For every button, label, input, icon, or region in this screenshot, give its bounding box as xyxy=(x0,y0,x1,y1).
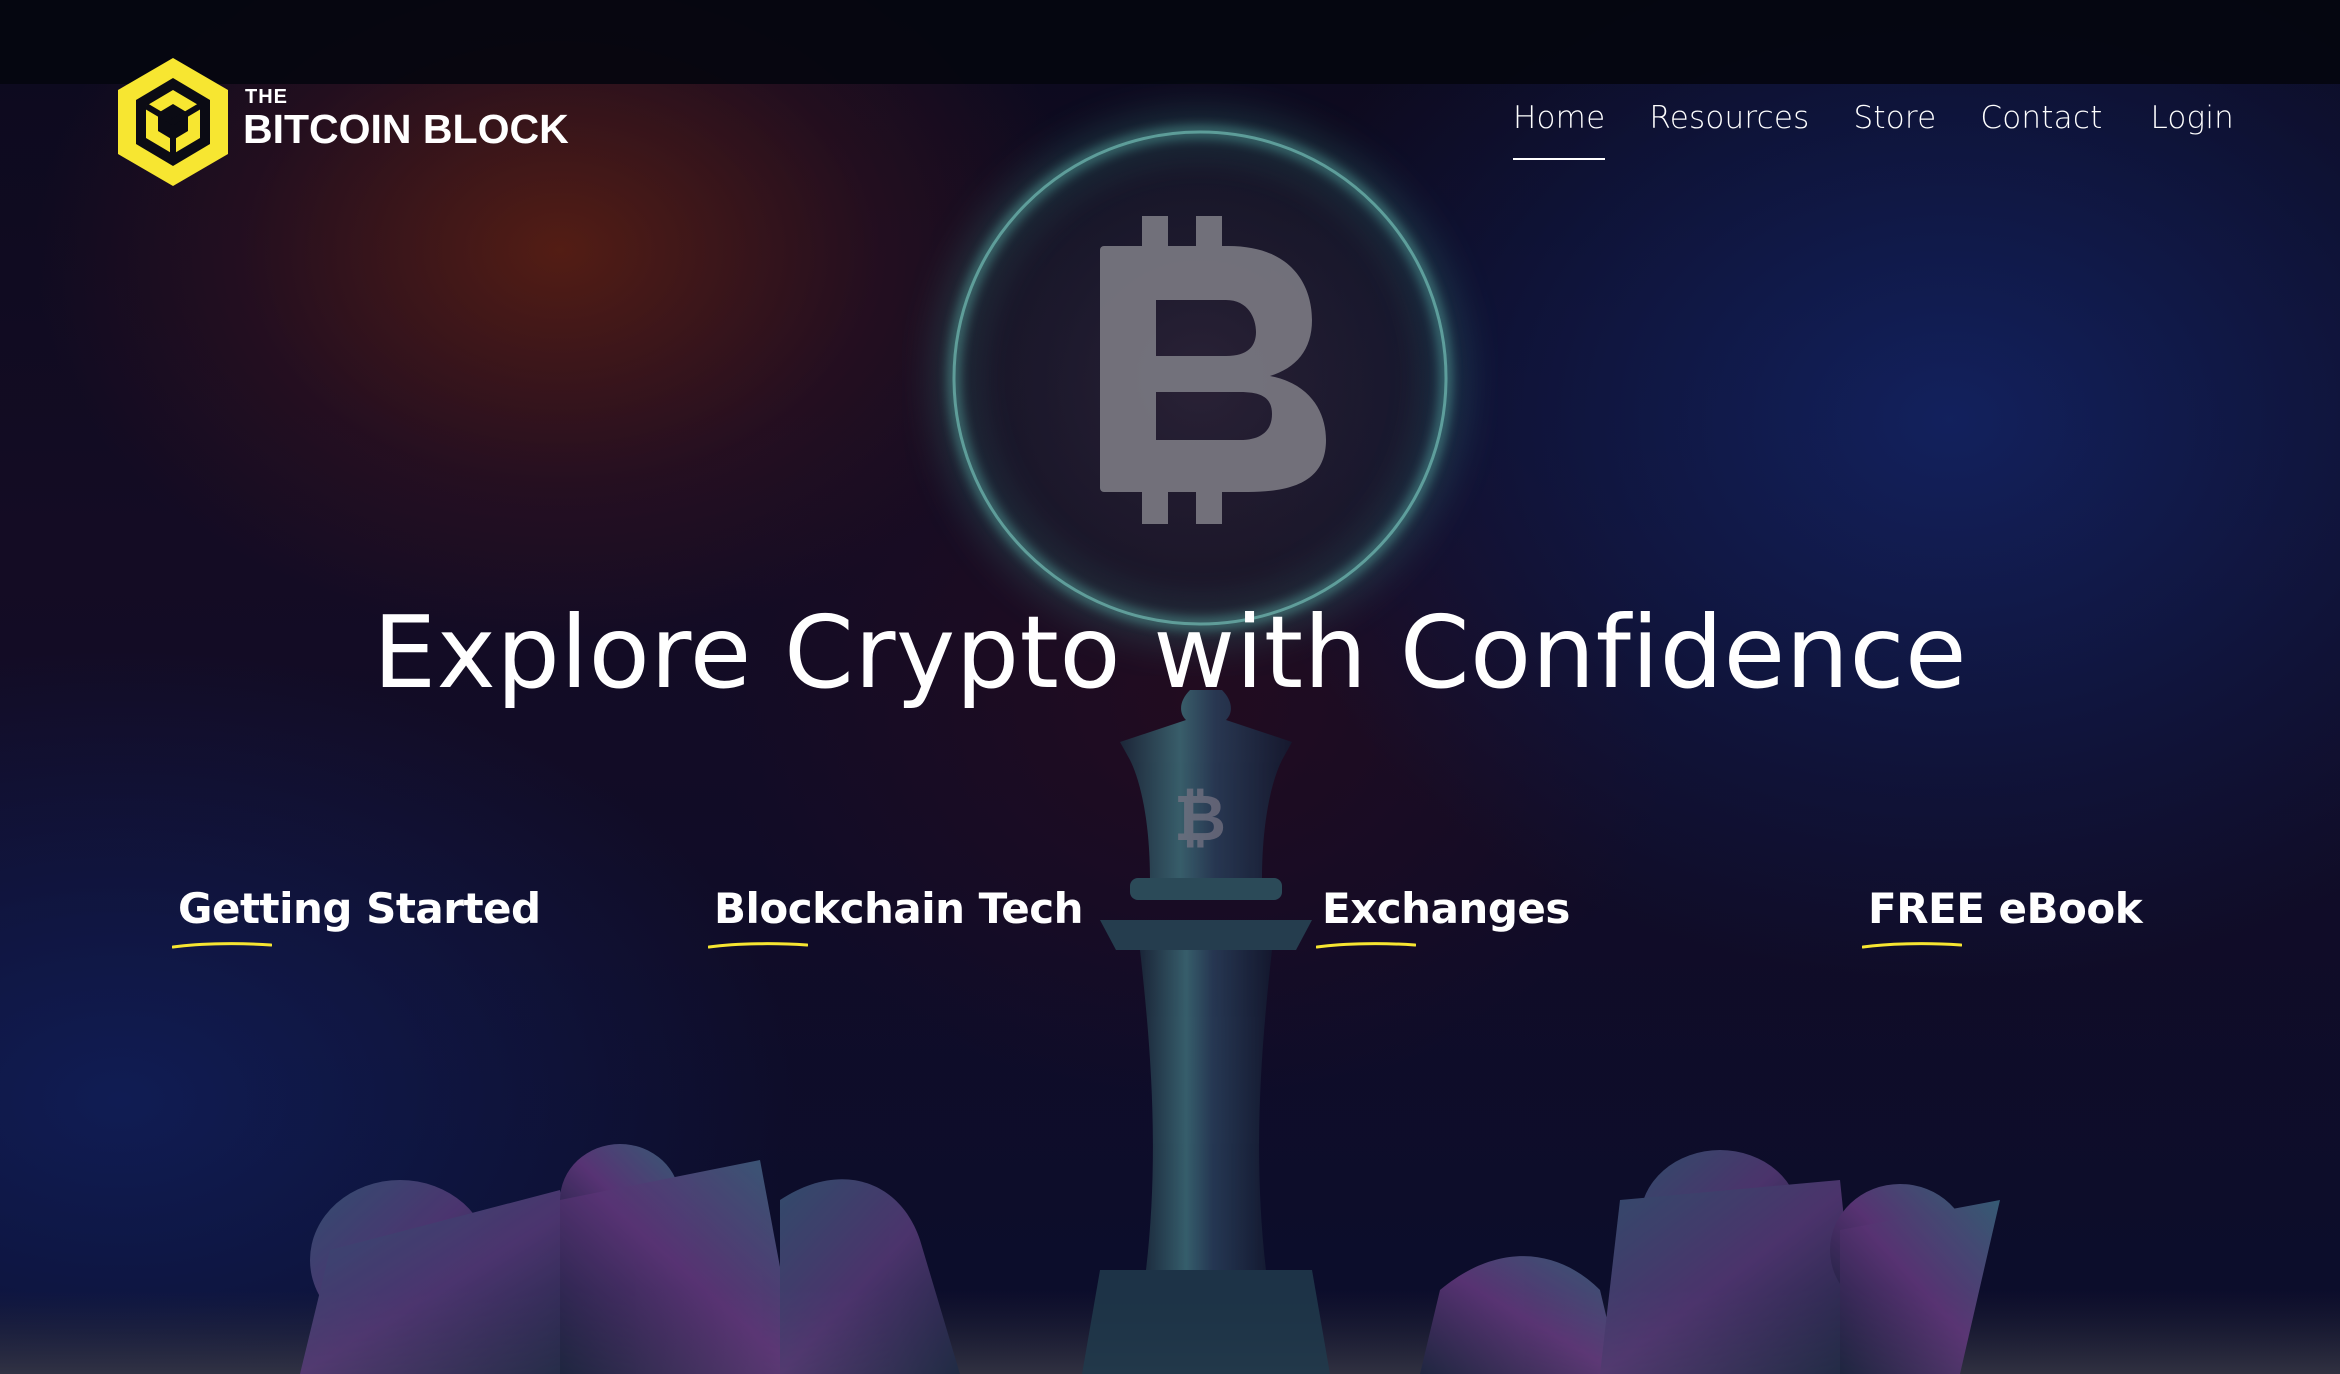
link-exchanges-label: Exchanges xyxy=(1322,884,1570,933)
nav-resources[interactable]: Resources xyxy=(1627,96,1831,152)
link-getting-started[interactable]: Getting Started xyxy=(172,884,541,949)
yellow-underline-icon xyxy=(1316,942,1416,949)
hero-headline: Explore Crypto with Confidence xyxy=(372,594,1967,711)
nav-contact[interactable]: Contact xyxy=(1958,96,2124,152)
nav-login[interactable]: Login xyxy=(2124,96,2256,152)
main-nav: Home Resources Store Contact Login xyxy=(1491,96,2256,160)
nav-home[interactable]: Home xyxy=(1491,96,1627,160)
link-blockchain-tech-label: Blockchain Tech xyxy=(714,884,1084,933)
link-free-ebook[interactable]: FREE eBook xyxy=(1862,884,2143,949)
hero-links: Getting Started Blockchain Tech Exchange… xyxy=(0,884,2340,964)
brand-logo[interactable]: THE BITCOIN BLOCK xyxy=(112,54,569,194)
yellow-underline-icon xyxy=(708,942,808,949)
yellow-underline-icon xyxy=(1862,942,1962,949)
link-free-ebook-label: FREE eBook xyxy=(1868,884,2143,933)
hexagon-cube-logo-icon xyxy=(118,58,228,186)
link-getting-started-label: Getting Started xyxy=(178,884,541,933)
nav-store[interactable]: Store xyxy=(1831,96,1958,152)
link-blockchain-tech[interactable]: Blockchain Tech xyxy=(708,884,1084,949)
svg-text:₿: ₿ xyxy=(1174,782,1226,856)
yellow-underline-icon xyxy=(172,942,272,949)
logo-name-text: BITCOIN BLOCK xyxy=(243,106,569,152)
link-exchanges[interactable]: Exchanges xyxy=(1316,884,1570,949)
